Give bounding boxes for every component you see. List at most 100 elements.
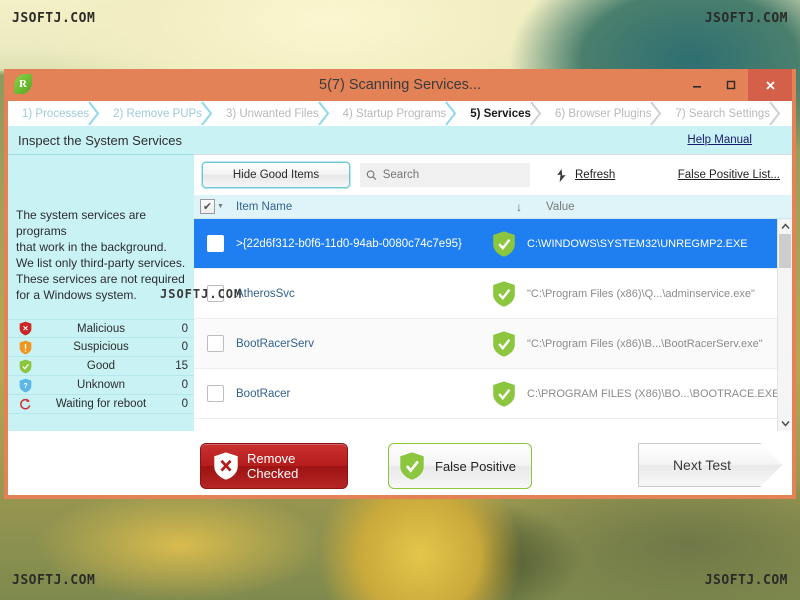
shield-good-icon <box>481 380 527 408</box>
window-title: 5(7) Scanning Services... <box>8 77 792 93</box>
remove-checked-button[interactable]: Remove Checked <box>200 443 348 489</box>
step-4-startup-programs[interactable]: 4) Startup Programs <box>329 101 457 126</box>
step-label: 2) Remove PUPs <box>113 108 202 120</box>
step-5-services[interactable]: 5) Services <box>456 101 541 126</box>
refresh-button[interactable]: Refresh <box>554 168 615 183</box>
watermark-bottom-right: JSOFTJ.COM <box>705 573 788 588</box>
row-value: C:\WINDOWS\SYSTEM32\UNREGMP2.EXE <box>527 238 777 250</box>
column-header-item-name[interactable]: Item Name <box>236 201 496 213</box>
row-checkbox[interactable] <box>207 285 224 302</box>
select-all-checkbox[interactable]: ✔ <box>200 199 215 214</box>
window-controls <box>680 69 792 101</box>
close-button[interactable] <box>748 69 792 101</box>
row-value: "C:\Program Files (x86)\Q...\adminservic… <box>527 288 777 300</box>
shield-malicious-icon <box>14 321 36 336</box>
step-arrow-icon <box>769 101 781 126</box>
minimize-icon <box>691 79 703 91</box>
title-bar: R 5(7) Scanning Services... <box>8 69 792 101</box>
page-title: Inspect the System Services <box>18 133 182 148</box>
step-breadcrumb: 1) Processes 2) Remove PUPs 3) Unwanted … <box>8 101 792 126</box>
false-positive-button[interactable]: False Positive <box>388 443 532 489</box>
step-label: 6) Browser Plugins <box>555 108 652 120</box>
count-value: 0 <box>166 323 188 335</box>
watermark-top-right: JSOFTJ.COM <box>705 11 788 26</box>
step-label: 5) Services <box>470 108 531 120</box>
step-label: 3) Unwanted Files <box>226 108 319 120</box>
vertical-scrollbar[interactable] <box>777 219 792 431</box>
row-checkbox-cell[interactable] <box>194 285 236 302</box>
scrollbar-thumb[interactable] <box>779 234 791 268</box>
step-3-unwanted-files[interactable]: 3) Unwanted Files <box>212 101 329 126</box>
false-positive-list-link[interactable]: False Positive List... <box>678 169 780 181</box>
list-body: >{22d6f312-b0f6-11d0-94ab-0080c74c7e95} … <box>194 219 792 431</box>
table-row[interactable]: AtherosSvc "C:\Program Files (x86)\Q...\… <box>194 269 777 319</box>
shield-good-icon <box>481 280 527 308</box>
row-item-name: BootRacer <box>236 388 481 400</box>
desc-line: for a Windows system. <box>16 287 186 303</box>
row-value: C:\PROGRAM FILES (X86)\BO...\BOOTRACE.EX… <box>527 388 777 400</box>
column-header-value[interactable]: Value <box>542 201 792 213</box>
count-row-waiting-reboot: Waiting for reboot 0 <box>8 395 194 414</box>
count-value: 0 <box>166 379 188 391</box>
table-row[interactable]: >{22d6f312-b0f6-11d0-94ab-0080c74c7e95} … <box>194 219 777 269</box>
shield-x-icon <box>213 451 239 481</box>
count-row-good: Good 15 <box>8 357 194 376</box>
action-footer: Remove Checked False Positive Next Test <box>8 431 792 495</box>
service-rows: >{22d6f312-b0f6-11d0-94ab-0080c74c7e95} … <box>194 219 777 431</box>
close-icon <box>764 79 777 92</box>
list-column-header: ✔ ▼ Item Name ↓ Value <box>194 195 792 219</box>
row-checkbox-cell[interactable] <box>194 335 236 352</box>
svg-text:?: ? <box>23 381 27 389</box>
search-box[interactable] <box>360 163 530 187</box>
row-checkbox-cell[interactable] <box>194 385 236 402</box>
shield-check-icon <box>399 451 425 481</box>
desc-line: These services are not required <box>16 271 186 287</box>
count-row-suspicious: Suspicious 0 <box>8 338 194 357</box>
row-value: "C:\Program Files (x86)\B...\BootRacerSe… <box>527 338 777 350</box>
search-icon <box>366 169 377 181</box>
help-manual-link[interactable]: Help Manual <box>687 134 752 146</box>
table-row[interactable]: BootRacerServ "C:\Program Files (x86)\B.… <box>194 319 777 369</box>
count-label: Good <box>36 360 166 372</box>
count-row-unknown: ? Unknown 0 <box>8 376 194 395</box>
content-body: The system services are programs that wo… <box>8 154 792 431</box>
step-1-processes[interactable]: 1) Processes <box>8 101 99 126</box>
shield-suspicious-icon <box>14 340 36 355</box>
row-item-name: AtherosSvc <box>236 288 481 300</box>
row-checkbox[interactable] <box>207 235 224 252</box>
desc-line: that work in the background. <box>16 239 186 255</box>
count-row-malicious: Malicious 0 <box>8 319 194 338</box>
next-test-button[interactable]: Next Test <box>638 443 782 487</box>
watermark-top-left: JSOFTJ.COM <box>12 11 95 26</box>
count-label: Malicious <box>36 323 166 335</box>
count-label: Suspicious <box>36 341 166 353</box>
row-checkbox-cell[interactable] <box>194 235 236 252</box>
refresh-label: Refresh <box>575 169 615 181</box>
step-label: 4) Startup Programs <box>343 108 447 120</box>
row-checkbox[interactable] <box>207 385 224 402</box>
chevron-down-icon[interactable]: ▼ <box>217 203 224 210</box>
info-sidebar: The system services are programs that wo… <box>8 154 194 431</box>
minimize-button[interactable] <box>680 69 714 101</box>
scroll-down-icon[interactable] <box>778 416 792 431</box>
select-all-control[interactable]: ✔ ▼ <box>194 199 236 214</box>
row-item-name: >{22d6f312-b0f6-11d0-94ab-0080c74c7e95} <box>236 238 481 250</box>
sort-direction-icon[interactable]: ↓ <box>496 200 542 214</box>
hide-good-items-button[interactable]: Hide Good Items <box>202 162 350 188</box>
scrollbar-track[interactable] <box>778 234 792 416</box>
scroll-up-icon[interactable] <box>778 219 792 234</box>
step-2-remove-pups[interactable]: 2) Remove PUPs <box>99 101 212 126</box>
step-label: 1) Processes <box>22 108 89 120</box>
count-label: Unknown <box>36 379 166 391</box>
row-checkbox[interactable] <box>207 335 224 352</box>
page-subheader: Inspect the System Services Help Manual <box>8 126 792 154</box>
reboot-icon <box>14 397 36 412</box>
step-7-search-settings[interactable]: 7) Search Settings <box>661 101 780 126</box>
false-positive-label: False Positive <box>435 459 516 474</box>
table-row[interactable]: BootRacer C:\PROGRAM FILES (X86)\BO...\B… <box>194 369 777 419</box>
status-counts: Malicious 0 Suspicious 0 Good 15 <box>8 319 194 414</box>
maximize-button[interactable] <box>714 69 748 101</box>
step-6-browser-plugins[interactable]: 6) Browser Plugins <box>541 101 662 126</box>
services-panel: Hide Good Items Refresh False Positive L… <box>194 154 792 431</box>
search-input[interactable] <box>383 169 524 181</box>
